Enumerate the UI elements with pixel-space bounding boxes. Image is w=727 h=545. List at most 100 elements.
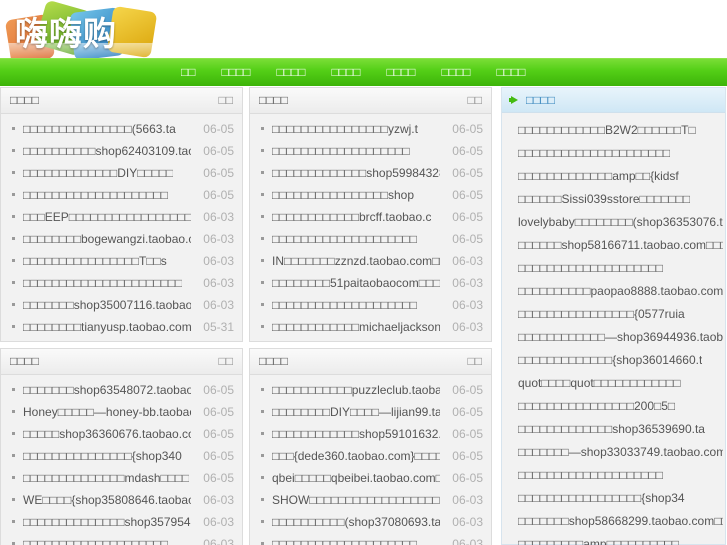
sidebar-item-link[interactable]: □□□□□□□□□□□□□{shop36014660.t [518,349,702,372]
sidebar-item-link[interactable]: □□□□□□□□□□□□□□□□200□5□ [518,395,675,418]
list-item-link[interactable]: □□□□□□□□□□□□□DIY□□□□□ [23,162,173,184]
bullet-icon [12,498,15,501]
sidebar-list-item: □□□□□□□□□amp□□□□□□□□□□ [502,533,725,545]
bullet-icon [12,237,15,240]
list-item-link[interactable]: □□□□□□□□□□□□□□□□□□□□□□ [23,272,182,294]
list-item: □□□□□□□□□□□□□DIY□□□□□ 06-05 [9,162,234,184]
list-item: □□□□□□□□□□□□□□□□yzwj.t 06-05 [258,118,483,140]
sidebar-list-item: □□□□□□□—shop33033749.taobao.com□ [502,441,725,464]
sidebar-item-link[interactable]: quot□□□□quot□□□□□□□□□□□□ [518,372,681,395]
sidebar-item-link[interactable]: □□□□□□□□□□□□□□□□{0577ruia [518,303,685,326]
list-item-link[interactable]: □□□□□□□□□□□□shop59101632.tao [272,423,440,445]
list-item-link[interactable]: □□□□□□□□□□□□□□□□□□□□ [272,228,417,250]
sidebar-item-link[interactable]: □□□□□□□□□□□□□□□□□□□□□ [518,142,670,165]
bullet-icon [12,325,15,328]
nav-item-1[interactable]: □□□□ [209,59,264,86]
list-item-link[interactable]: □□□□□□□shop63548072.taobao.com□ [23,379,191,401]
list-item: □□□□□□□□DIY□□□□—lijian99.ta 06-05 [258,401,483,423]
sidebar-item-link[interactable]: lovelybaby□□□□□□□□(shop36353076.t [518,211,723,234]
list-item-link[interactable]: □□□□□□□□□□□□□□□□□□□ [272,140,410,162]
sidebar-item-link[interactable]: □□□□□□□—shop33033749.taobao.com□ [518,441,723,464]
list-item-link[interactable]: □□□□□□□□□□□□□□□□□□□□ [272,294,417,316]
list-item-date: 06-05 [452,383,483,397]
sidebar-item-link[interactable]: □□□□□□□□□□□□B2W2□□□□□□T□ [518,119,696,142]
bullet-icon [261,498,264,501]
list-item-link[interactable]: □□□□□□□□51paitaobaocom□□□□□ [272,272,440,294]
list-item-link[interactable]: □□□□□□□□□□□□□□□□□□□□ [272,533,417,545]
list-item-link[interactable]: Honey□□□□□—honey-bb.taobao.com□□ [23,401,191,423]
nav-item-6[interactable]: □□□□ [484,59,539,86]
bullet-icon [12,281,15,284]
list-item-link[interactable]: SHOW□□□□□□□□□□□□□□□□□□ [272,489,440,511]
panel-3-title: □□□□ [259,354,288,368]
panel-2-more-link[interactable]: □□ [219,349,234,374]
sidebar-item-link[interactable]: □□□□□□□□□□□□□□□□□□□□ [518,464,663,487]
nav-item-4[interactable]: □□□□ [374,59,429,86]
list-item-link[interactable]: □□□{dede360.taobao.com}□□□□□ [272,445,440,467]
panel-1: □□□□ □□ □□□□□□□□□□□□□□□□yzwj.t 06-05 □□□□□… [249,87,492,342]
nav-item-0[interactable]: □□ [168,59,209,86]
site-logo[interactable]: 嗨嗨购 [4,0,158,65]
list-item-link[interactable]: qbei□□□□□qbeibei.taobao.com□□□□ [272,467,440,489]
list-item-link[interactable]: □□□□□□□□□□□□□□mdash□□□□ [23,467,189,489]
list-item-link[interactable]: □□□□□□□□□□□□□□□□□□□□ [23,533,168,545]
sidebar-item-link[interactable]: □□□□□□Sissi039sstore□□□□□□□ [518,188,690,211]
list-item-date: 06-03 [203,515,234,529]
list-item-link[interactable]: □□□□□□□□DIY□□□□—lijian99.ta [272,401,440,423]
sidebar-item-link[interactable]: □□□□□□shop58166711.taobao.com□□□ [518,234,723,257]
panel-3-more-link[interactable]: □□ [468,349,483,374]
list-item-link[interactable]: □□□□□□□□□□□□□□□{shop340 [23,445,182,467]
list-item-link[interactable]: □□□□□□□□□□□□brcff.taobao.c [272,206,431,228]
list-item-link[interactable]: WE□□□□{shop35808646.taobao.com}□□ [23,489,191,511]
list-item: □□□□□shop36360676.taobao.com□□□ 06-05 [9,423,234,445]
panel-1-more-link[interactable]: □□ [468,88,483,113]
sidebar-item-link[interactable]: □□□□□□□shop58668299.taobao.com□□ [518,510,723,533]
bullet-icon [12,432,15,435]
list-item-link[interactable]: □□□□□□□□□□□□□□□□yzwj.t [272,118,418,140]
panel-0-more-link[interactable]: □□ [219,88,234,113]
bullet-icon [261,520,264,523]
list-item-link[interactable]: □□□□□shop36360676.taobao.com□□□ [23,423,191,445]
list-item-link[interactable]: □□□□□□□□tianyusp.taobao.com□□ [23,316,191,338]
list-item-link[interactable]: □□□□□□□□□□□□michaeljackson□ [272,316,440,338]
sidebar-list-item: □□□□□□□□□□□□□amp□□{kidsf [502,165,725,188]
site-header: 嗨嗨购 [0,0,727,65]
sidebar-item-link[interactable]: □□□□□□□□□□□□□□□□□□□□ [518,257,663,280]
list-item-link[interactable]: □□□□□□□□□□□□□□□□T□□s [23,250,167,272]
sidebar-list-item: □□□□□□□□□□□□B2W2□□□□□□T□ [502,119,725,142]
bullet-icon [261,388,264,391]
sidebar-list-item: □□□□□□□□□□□□□□□□200□5□ [502,395,725,418]
list-item-link[interactable]: □□□□□□□□□□□puzzleclub.taobao. [272,379,440,401]
list-item: Honey□□□□□—honey-bb.taobao.com□□ 06-05 [9,401,234,423]
list-item-date: 06-05 [203,122,234,136]
list-item-link[interactable]: □□□□□□□□□□□□□□□□shop [272,184,414,206]
list-item-link[interactable]: □□□□□□□□□□(shop37080693.taobao [272,511,440,533]
list-item-link[interactable]: □□□□□□□□□□□□□shop59984328 [272,162,440,184]
sidebar-title: □□□□ [526,93,555,107]
list-item-link[interactable]: □□□□□□□□□□shop62403109.taoba [23,140,191,162]
sidebar-item-link[interactable]: □□□□□□□□□□□□—shop36944936.taob [518,326,723,349]
list-item-link[interactable]: IN□□□□□□□zznzd.taobao.com□□□□ [272,250,440,272]
list-item-link[interactable]: □□□□□□□□□□□□□□shop35795457 [23,511,191,533]
list-item-link[interactable]: □□□EEP□□□□□□□□□□□□□□□□□□ [23,206,191,228]
sidebar-item-link[interactable]: □□□□□□□□□□paopao8888.taobao.com [518,280,723,303]
panel-0-title: □□□□ [10,93,39,107]
list-item: □□□□□□□□51paitaobaocom□□□□□ 06-03 [258,272,483,294]
list-item-link[interactable]: □□□□□□□□□□□□□□□□□□□□ [23,184,168,206]
list-item-link[interactable]: □□□□□□□□□□□□□□□(5663.ta [23,118,176,140]
nav-item-2[interactable]: □□□□ [264,59,319,86]
list-item-link[interactable]: □□□□□□□□bogewangzi.taobao.com□ [23,228,191,250]
sidebar-item-link[interactable]: □□□□□□□□□□□□□□□□□{shop34 [518,487,685,510]
panel-0: □□□□ □□ □□□□□□□□□□□□□□□(5663.ta 06-05 □□□□… [0,87,243,342]
sidebar-item-link[interactable]: □□□□□□□□□□□□□shop36539690.ta [518,418,705,441]
sidebar-item-link[interactable]: □□□□□□□□□□□□□amp□□{kidsf [518,165,679,188]
list-item-link[interactable]: □□□□□□□shop35007116.taobao.com□ [23,294,191,316]
sidebar-item-link[interactable]: □□□□□□□□□amp□□□□□□□□□□ [518,533,679,545]
list-item-date: 06-03 [203,298,234,312]
list-item-date: 06-03 [452,254,483,268]
list-item-date: 06-03 [452,493,483,507]
bullet-icon [12,127,15,130]
list-item-date: 06-05 [452,210,483,224]
nav-item-3[interactable]: □□□□ [319,59,374,86]
nav-item-5[interactable]: □□□□ [429,59,484,86]
